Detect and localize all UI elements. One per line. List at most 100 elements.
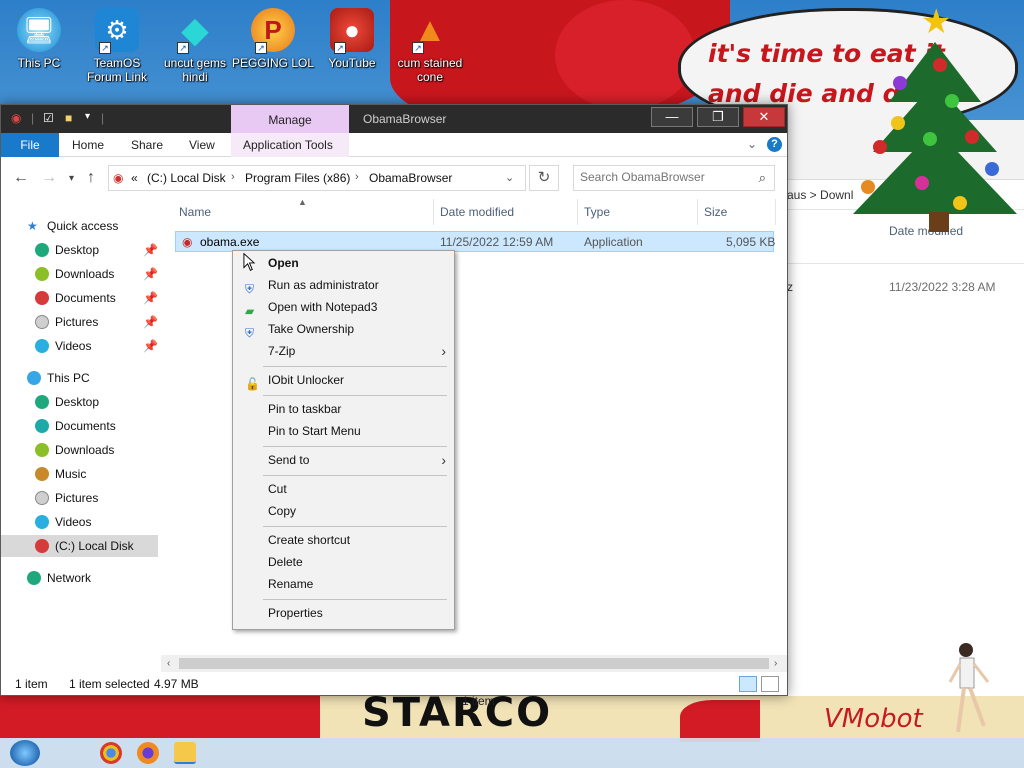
pin-icon[interactable]: 📌: [143, 311, 158, 333]
nav-this-pc[interactable]: This PC: [1, 367, 158, 389]
nav-pc-pictures[interactable]: Pictures: [1, 487, 158, 509]
dancer-sprite-icon: [948, 643, 990, 733]
search-box[interactable]: ⌕: [573, 165, 775, 191]
column-header-type[interactable]: Type: [584, 205, 610, 219]
menu-item-cut[interactable]: Cut: [235, 478, 452, 500]
menu-item-properties[interactable]: Properties: [235, 602, 452, 624]
menu-item-open-notepad[interactable]: ▰ Open with Notepad3: [235, 296, 452, 318]
menu-item-pin-start[interactable]: Pin to Start Menu: [235, 420, 452, 442]
pin-icon[interactable]: 📌: [143, 287, 158, 309]
menu-item-7zip[interactable]: 7-Zip ›: [235, 340, 452, 362]
desktop-icon-pegging[interactable]: P ↗ PEGGING LOL: [231, 8, 315, 70]
expand-ribbon-chevron-icon[interactable]: ⌄: [747, 137, 757, 151]
address-bar[interactable]: ◉ « (C:) Local Disk › Program Files (x86…: [108, 165, 526, 191]
minimize-button[interactable]: —: [651, 107, 693, 127]
menu-item-run-as-admin[interactable]: ⛨ Run as administrator: [235, 274, 452, 296]
nav-pc-music[interactable]: Music: [1, 463, 158, 485]
manage-context-tab[interactable]: Manage: [231, 105, 349, 133]
status-size: 4.97 MB: [154, 677, 199, 691]
menu-item-open[interactable]: Open: [235, 252, 452, 274]
search-icon[interactable]: ⌕: [759, 170, 766, 186]
pin-icon[interactable]: 📌: [143, 335, 158, 357]
chevron-right-icon[interactable]: ›: [355, 171, 359, 183]
maximize-button[interactable]: ❐: [697, 107, 739, 127]
recent-locations-chevron-icon[interactable]: ▾: [69, 173, 74, 184]
tab-home[interactable]: Home: [72, 133, 104, 157]
column-header-size[interactable]: Size: [704, 205, 727, 219]
column-divider[interactable]: [697, 199, 698, 225]
nav-quick-downloads[interactable]: Downloads 📌: [1, 263, 158, 285]
close-button[interactable]: ✕: [743, 107, 785, 127]
properties-quick-icon[interactable]: ☑: [43, 111, 54, 127]
address-dropdown-chevron-icon[interactable]: ⌄: [505, 171, 514, 184]
menu-item-label: Take Ownership: [268, 322, 355, 336]
details-view-button[interactable]: [739, 676, 757, 692]
menu-item-iobit-unlocker[interactable]: 🔓 IObit Unlocker: [235, 369, 452, 391]
wallpaper-text-vmobot: VMobot: [824, 704, 923, 734]
menu-item-take-ownership[interactable]: ⛨ Take Ownership: [235, 318, 452, 340]
nav-label: Quick access: [47, 219, 119, 233]
menu-item-pin-taskbar[interactable]: Pin to taskbar: [235, 398, 452, 420]
nav-pc-videos[interactable]: Videos: [1, 511, 158, 533]
menu-item-send-to[interactable]: Send to ›: [235, 449, 452, 471]
file-name: obama.exe: [200, 235, 260, 249]
pin-icon[interactable]: 📌: [143, 239, 158, 261]
large-icons-view-button[interactable]: [761, 676, 779, 692]
start-button[interactable]: [10, 740, 40, 766]
tab-share[interactable]: Share: [131, 133, 163, 157]
nav-quick-access[interactable]: ★ Quick access: [1, 215, 158, 237]
nav-pc-desktop[interactable]: Desktop: [1, 391, 158, 413]
menu-item-copy[interactable]: Copy: [235, 500, 452, 522]
search-input[interactable]: [580, 170, 750, 184]
nav-quick-videos[interactable]: Videos 📌: [1, 335, 158, 357]
pin-icon[interactable]: 📌: [143, 263, 158, 285]
nav-quick-desktop[interactable]: Desktop 📌: [1, 239, 158, 261]
shortcut-arrow-icon: ↗: [255, 42, 267, 54]
scrollbar-thumb[interactable]: [179, 658, 769, 669]
address-segment-program-files[interactable]: Program Files (x86): [245, 171, 350, 185]
scroll-left-icon[interactable]: ‹: [167, 655, 170, 672]
help-icon[interactable]: ?: [767, 137, 782, 152]
address-overflow[interactable]: «: [131, 171, 138, 185]
nav-pc-downloads[interactable]: Downloads: [1, 439, 158, 461]
address-segment-obamabrowser[interactable]: ObamaBrowser: [369, 171, 452, 185]
tab-file[interactable]: File: [1, 133, 59, 157]
tab-view[interactable]: View: [189, 133, 215, 157]
desktop-icon-this-pc[interactable]: 🖥 This PC: [0, 8, 81, 70]
firefox-icon[interactable]: [137, 742, 159, 764]
up-arrow-icon[interactable]: ↑: [87, 169, 95, 187]
forward-arrow-icon[interactable]: →: [41, 169, 57, 187]
title-bar[interactable]: ◉ | ☑ ■ ▾ | Manage ObamaBrowser — ❐ ✕: [1, 105, 787, 133]
column-divider[interactable]: [433, 199, 434, 225]
wallpaper-red-shape-2: [555, 0, 695, 110]
file-explorer-icon[interactable]: [174, 742, 196, 764]
refresh-button[interactable]: ↻: [529, 165, 559, 191]
desktop-icon-teamos[interactable]: ⚙ ↗ TeamOS Forum Link: [75, 8, 159, 84]
column-divider[interactable]: [577, 199, 578, 225]
scroll-right-icon[interactable]: ›: [774, 655, 777, 672]
nav-quick-pictures[interactable]: Pictures 📌: [1, 311, 158, 333]
horizontal-scrollbar[interactable]: ‹ ›: [161, 655, 787, 672]
desktop-icon-uncut-gems[interactable]: ◆ ↗ uncut gems hindi: [153, 8, 237, 85]
new-folder-quick-icon[interactable]: ■: [65, 111, 72, 127]
column-divider[interactable]: [775, 199, 776, 225]
chrome-icon[interactable]: [100, 742, 122, 764]
file-row[interactable]: ◉ obama.exe 11/25/2022 12:59 AM Applicat…: [175, 231, 775, 252]
nav-network[interactable]: Network: [1, 567, 158, 589]
menu-item-delete[interactable]: Delete: [235, 551, 452, 573]
tab-application-tools[interactable]: Application Tools: [231, 133, 349, 157]
wallpaper-bottom-red: [0, 696, 320, 738]
nav-pc-documents[interactable]: Documents: [1, 415, 158, 437]
column-header-name[interactable]: Name: [179, 205, 211, 219]
menu-item-create-shortcut[interactable]: Create shortcut: [235, 529, 452, 551]
nav-quick-documents[interactable]: Documents 📌: [1, 287, 158, 309]
nav-pc-local-disk[interactable]: (C:) Local Disk: [1, 535, 158, 557]
customize-quick-access-icon[interactable]: ▾: [85, 111, 90, 127]
menu-item-rename[interactable]: Rename: [235, 573, 452, 595]
chevron-right-icon[interactable]: ›: [231, 171, 235, 183]
desktop-icon-cone[interactable]: ▲ ↗ cum stained cone: [388, 8, 472, 84]
address-segment-local-disk[interactable]: (C:) Local Disk: [147, 171, 226, 185]
back-arrow-icon[interactable]: ←: [13, 169, 29, 187]
desktop-icon-youtube[interactable]: ● ↗ YouTube: [310, 8, 394, 70]
column-header-date[interactable]: Date modified: [440, 205, 514, 219]
